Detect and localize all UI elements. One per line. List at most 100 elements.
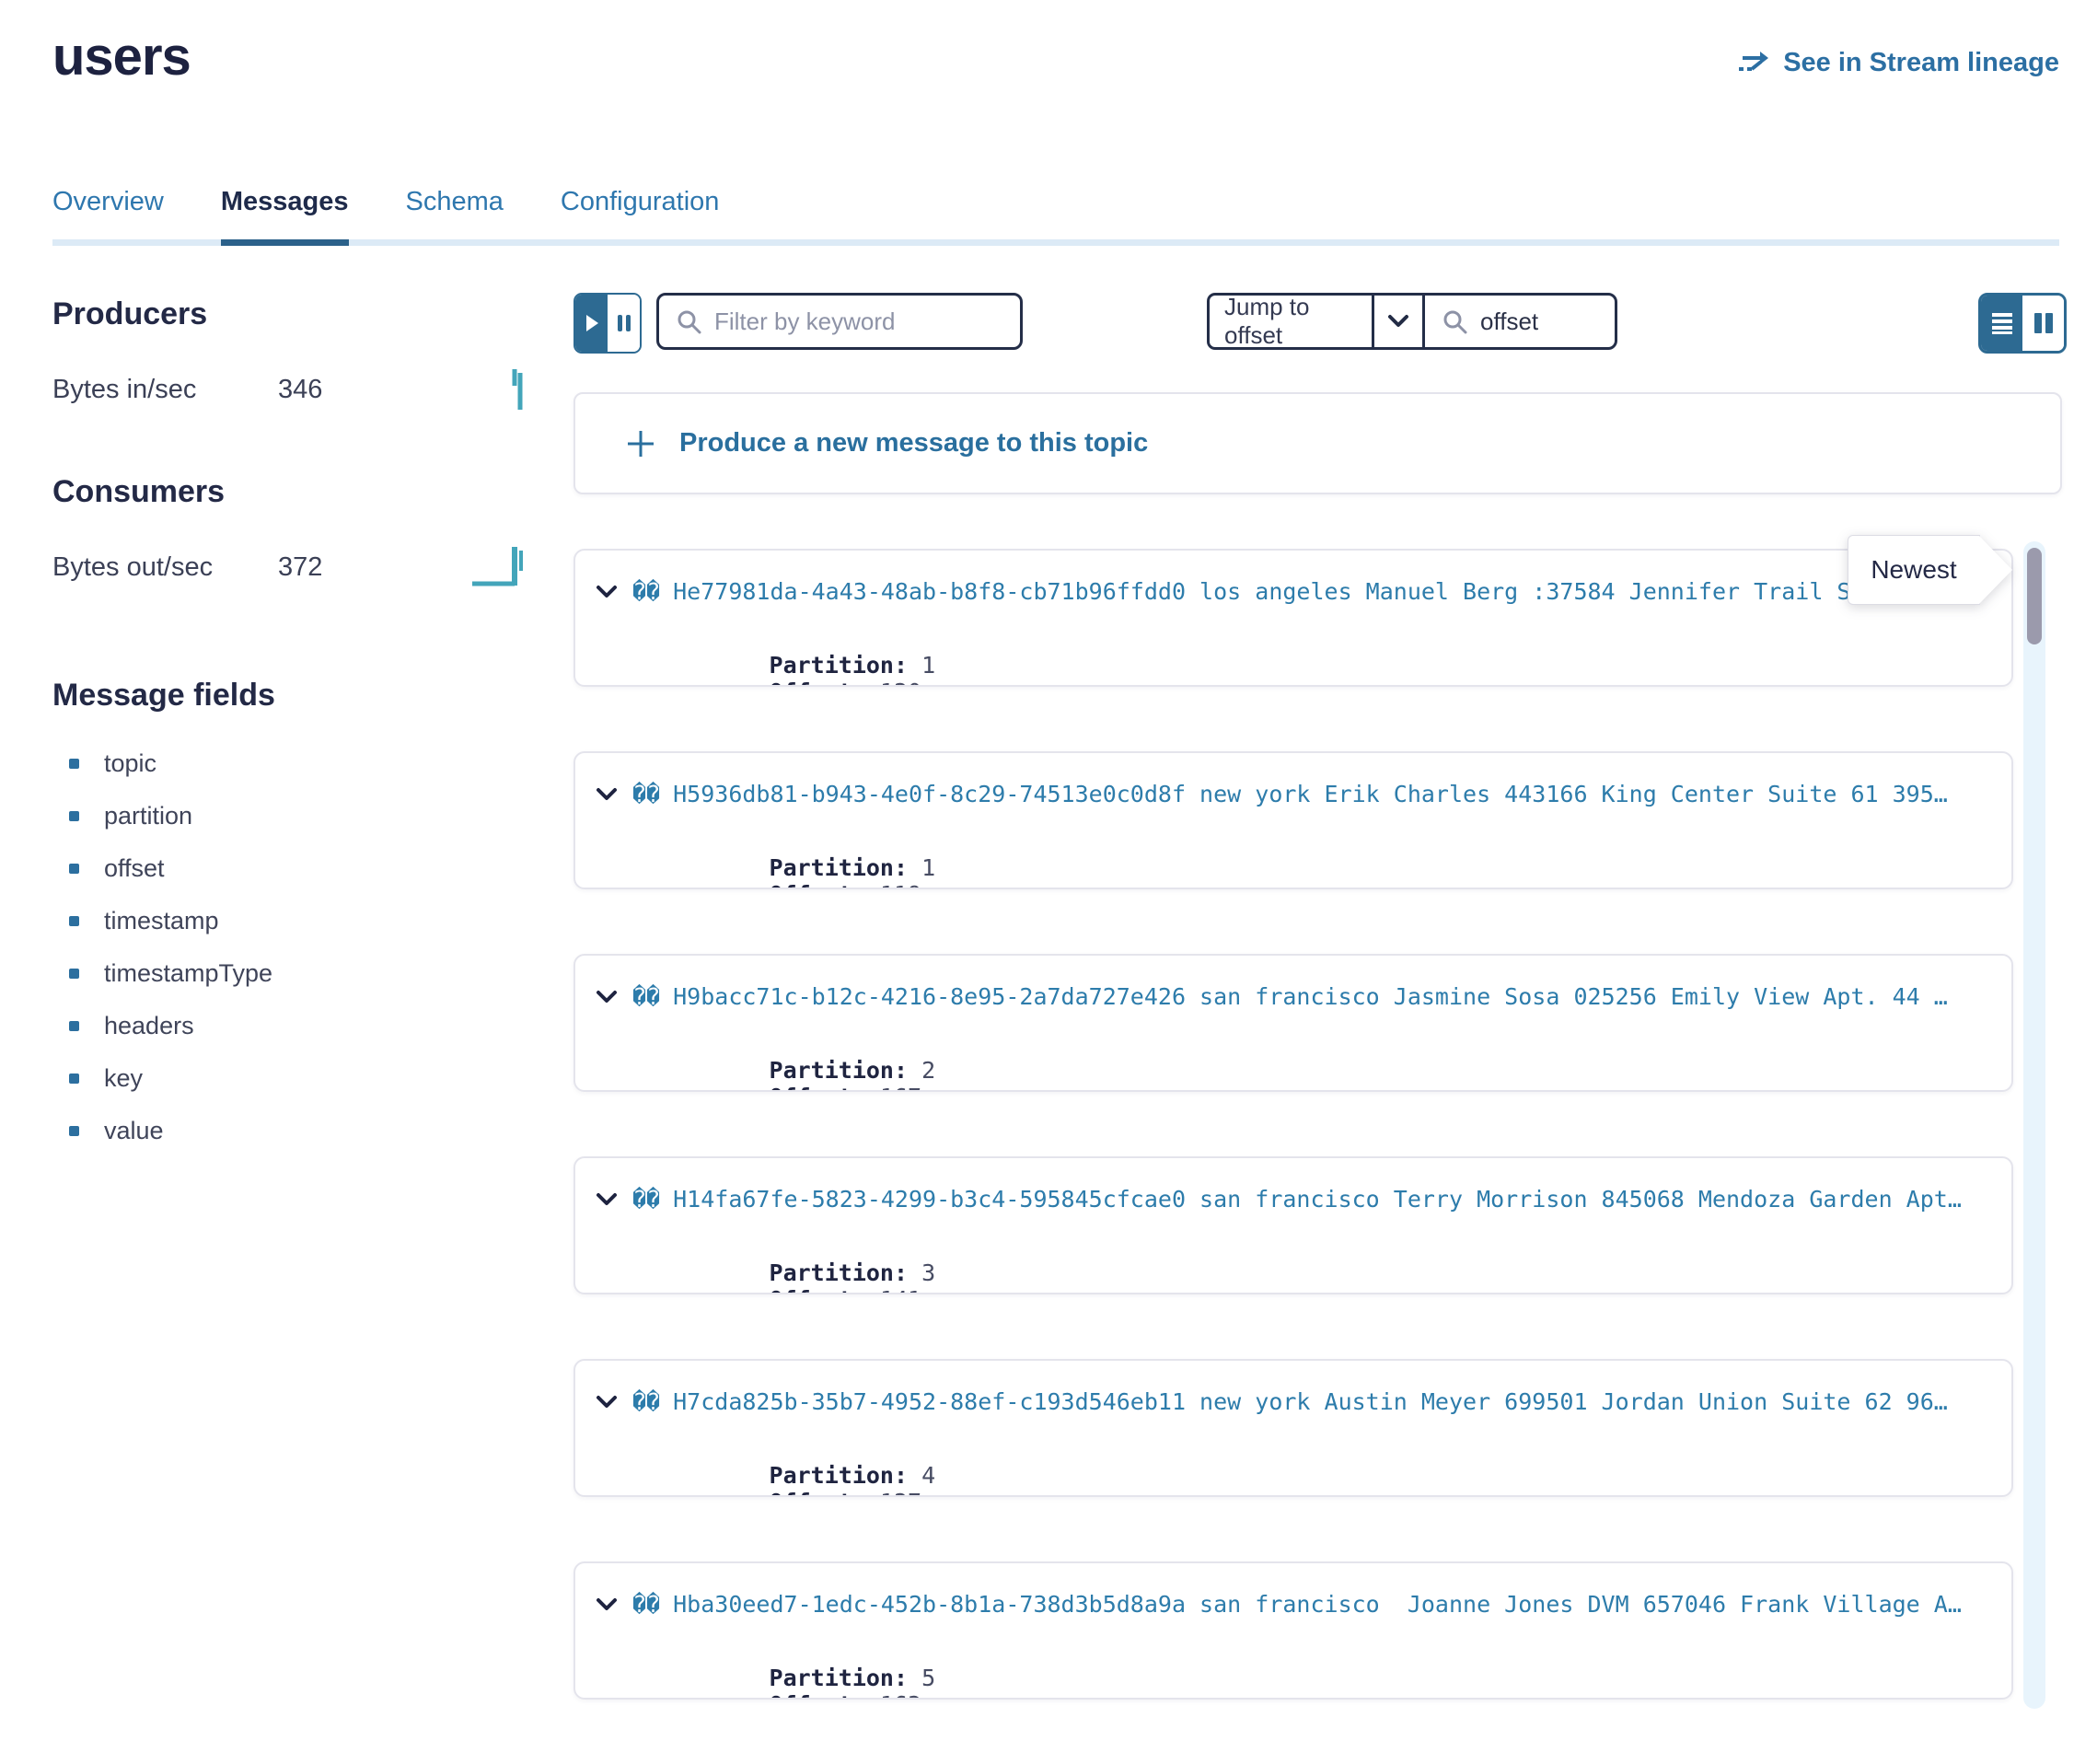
- tab-item[interactable]: Overview: [52, 187, 164, 239]
- message-summary-row: ��H7cda825b-35b7-4952-88ef-c193d546eb11 …: [596, 1388, 1986, 1415]
- tab-item[interactable]: Configuration: [561, 187, 720, 239]
- play-button[interactable]: [575, 295, 608, 352]
- chevron-down-icon[interactable]: [596, 585, 618, 599]
- message-list-scrollbar-thumb[interactable]: [2027, 548, 2042, 644]
- message-field-item[interactable]: timestamp: [52, 895, 540, 947]
- newest-tooltip-label: Newest: [1871, 555, 1956, 585]
- column-view-button[interactable]: [2022, 296, 2064, 351]
- partition-meta: Partition: 2: [770, 1057, 936, 1084]
- chevron-down-icon[interactable]: [596, 1395, 618, 1410]
- tab-item[interactable]: Schema: [406, 187, 504, 239]
- message-value-text: H14fa67fe-5823-4299-b3c4-595845cfcae0 sa…: [673, 1186, 1962, 1213]
- list-view-button[interactable]: [1981, 296, 2022, 351]
- tab-item[interactable]: Messages: [221, 187, 349, 239]
- message-fields-heading: Message fields: [52, 678, 540, 714]
- field-bullet-icon: [69, 1126, 79, 1136]
- stream-lineage-label: See in Stream lineage: [1783, 48, 2059, 78]
- message-card[interactable]: ��Hba30eed7-1edc-452b-8b1a-738d3b5d8a9a …: [573, 1561, 2013, 1700]
- message-key-bytes: ��: [632, 578, 660, 605]
- offset-meta: Offset: 119: [770, 881, 922, 889]
- message-summary-row: �� He77981da-4a43-48ab-b8f8-cb71b96ffdd0 …: [596, 578, 1986, 605]
- newest-scroll-tooltip: Newest: [1848, 535, 1980, 605]
- message-card[interactable]: �� H5936db81-b943-4e0f-8c29-74513e0c0d8f …: [573, 751, 2013, 889]
- offset-search-input[interactable]: [1478, 307, 1615, 337]
- field-label: timestamp: [104, 907, 219, 935]
- message-field-item[interactable]: key: [52, 1052, 540, 1105]
- message-card[interactable]: ��H9bacc71c-b12c-4216-8e95-2a7da727e426 …: [573, 954, 2013, 1092]
- message-list-scrollbar-track[interactable]: [2023, 541, 2045, 1709]
- page-title: users: [52, 26, 191, 87]
- consumers-metric-row: Bytes out/sec 372: [52, 543, 540, 591]
- message-summary-row: �� H14fa67fe-5823-4299-b3c4-595845cfcae0 …: [596, 1186, 1986, 1213]
- message-list: �� He77981da-4a43-48ab-b8f8-cb71b96ffdd0 …: [573, 549, 2013, 1764]
- filter-keyword-input[interactable]: [713, 307, 1020, 337]
- view-toggle-group: [1978, 293, 2067, 354]
- message-fields-list: topic partition offset timestamp timesta…: [52, 737, 540, 1157]
- message-summary-row: �� H5936db81-b943-4e0f-8c29-74513e0c0d8f …: [596, 781, 1986, 807]
- message-meta-row: Partition: 2 Offset: 167 Timestamp: 1659…: [596, 1030, 1986, 1092]
- offset-meta: Offset: 163: [770, 1691, 922, 1700]
- offset-search-field: [1422, 293, 1617, 350]
- field-label: value: [104, 1117, 164, 1145]
- partition-meta: Partition: 3: [770, 1259, 936, 1286]
- message-meta-row: Partition: 5 Offset: 163 Timestamp: 1659…: [596, 1638, 1986, 1700]
- field-bullet-icon: [69, 811, 79, 821]
- message-field-item[interactable]: offset: [52, 842, 540, 895]
- message-preview: ��H9bacc71c-b12c-4216-8e95-2a7da727e426 …: [632, 983, 1948, 1010]
- consumers-heading: Consumers: [52, 474, 540, 510]
- field-label: key: [104, 1064, 143, 1093]
- field-label: partition: [104, 802, 192, 830]
- producers-metric-row: Bytes in/sec 346: [52, 366, 540, 413]
- message-field-item[interactable]: partition: [52, 790, 540, 842]
- bytes-out-value: 372: [278, 552, 322, 583]
- offset-meta: Offset: 167: [770, 1084, 922, 1092]
- jump-to-offset-select[interactable]: Jump to offset: [1207, 293, 1422, 350]
- filter-keyword-field: [656, 293, 1023, 350]
- offset-meta: Offset: 141: [770, 1286, 922, 1294]
- message-field-item[interactable]: topic: [52, 737, 540, 790]
- field-bullet-icon: [69, 1021, 79, 1031]
- partition-meta: Partition: 4: [770, 1462, 936, 1489]
- play-icon: [585, 314, 599, 332]
- message-value-text: H5936db81-b943-4e0f-8c29-74513e0c0d8f ne…: [673, 781, 1948, 807]
- message-meta-row: Partition: 1 Offset: 120 Timestamp: 1659…: [596, 625, 1986, 687]
- field-label: headers: [104, 1012, 194, 1040]
- list-view-icon: [1990, 311, 2014, 335]
- message-key-bytes: ��: [632, 1388, 660, 1415]
- column-view-icon: [2032, 311, 2056, 335]
- field-label: timestampType: [104, 959, 272, 988]
- chevron-down-icon[interactable]: [596, 990, 618, 1004]
- produce-message-label: Produce a new message to this topic: [679, 428, 1148, 458]
- field-bullet-icon: [69, 969, 79, 979]
- partition-meta: Partition: 5: [770, 1665, 936, 1691]
- chevron-down-icon[interactable]: [596, 1597, 618, 1612]
- chevron-down-icon[interactable]: [596, 1192, 618, 1207]
- message-value-text: He77981da-4a43-48ab-b8f8-cb71b96ffdd0 lo…: [673, 578, 1850, 605]
- message-key-bytes: ��: [632, 781, 660, 807]
- jump-to-offset-value: Jump to offset: [1224, 293, 1372, 350]
- message-summary-row: ��H9bacc71c-b12c-4216-8e95-2a7da727e426 …: [596, 983, 1986, 1010]
- message-card[interactable]: ��H7cda825b-35b7-4952-88ef-c193d546eb11 …: [573, 1359, 2013, 1497]
- bytes-out-label: Bytes out/sec: [52, 552, 278, 583]
- field-label: topic: [104, 749, 156, 778]
- stream-lineage-link[interactable]: See in Stream lineage: [1737, 48, 2059, 78]
- producers-heading: Producers: [52, 296, 540, 332]
- message-preview: �� H5936db81-b943-4e0f-8c29-74513e0c0d8f …: [632, 781, 1948, 807]
- bytes-in-sparkline: [505, 366, 529, 412]
- play-pause-group: [573, 293, 642, 354]
- produce-message-button[interactable]: Produce a new message to this topic: [573, 392, 2062, 494]
- field-bullet-icon: [69, 864, 79, 874]
- message-card[interactable]: �� H14fa67fe-5823-4299-b3c4-595845cfcae0 …: [573, 1156, 2013, 1294]
- search-icon: [1442, 308, 1467, 334]
- message-field-item[interactable]: value: [52, 1105, 540, 1157]
- messages-toolbar: Jump to offset: [573, 293, 2067, 354]
- search-icon: [676, 308, 701, 334]
- message-preview: �� H14fa67fe-5823-4299-b3c4-595845cfcae0 …: [632, 1186, 1962, 1213]
- chevron-down-icon[interactable]: [596, 787, 618, 802]
- message-field-item[interactable]: timestampType: [52, 947, 540, 1000]
- sidebar: Producers Bytes in/sec 346 Consumers Byt…: [52, 293, 540, 1157]
- message-field-item[interactable]: headers: [52, 1000, 540, 1052]
- message-key-bytes: ��: [632, 1186, 660, 1213]
- message-card[interactable]: �� He77981da-4a43-48ab-b8f8-cb71b96ffdd0 …: [573, 549, 2013, 687]
- pause-button[interactable]: [608, 295, 640, 352]
